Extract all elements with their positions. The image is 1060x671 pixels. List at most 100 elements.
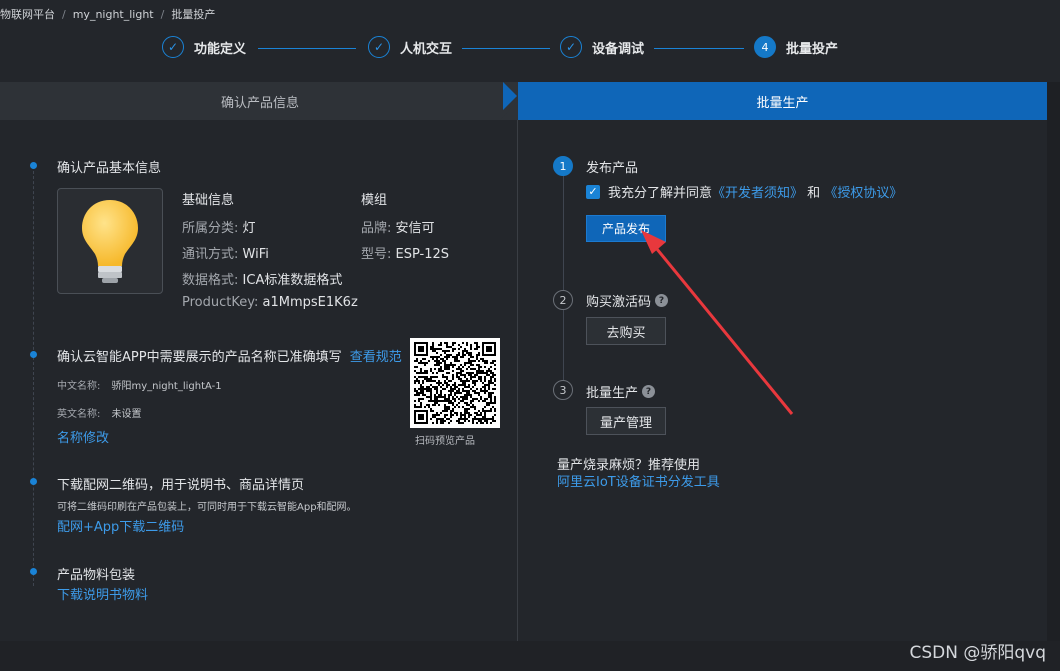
step-label: 批量投产 xyxy=(786,41,839,57)
breadcrumb-separator: / xyxy=(160,7,165,21)
tab-label: 批量生产 xyxy=(756,95,809,111)
step-label: 人机交互 xyxy=(400,41,453,57)
scrollbar-track[interactable] xyxy=(1047,82,1060,641)
field-label: 中文名称: xyxy=(57,381,101,392)
field-label: 英文名称: xyxy=(57,409,101,420)
field-label: 所属分类: xyxy=(182,221,239,236)
mass-production-management-button[interactable]: 量产管理 xyxy=(586,407,666,435)
license-agreement-link[interactable]: 《授权协议》 xyxy=(824,186,902,201)
check-icon: ✓ xyxy=(560,36,582,58)
step-number: 2 xyxy=(553,290,573,310)
field-label: 通讯方式: xyxy=(182,247,239,262)
brand-row: 品牌: 安信可 xyxy=(361,217,435,236)
format-row: 数据格式: ICA标准数据格式 xyxy=(182,269,342,288)
english-name-row: 英文名称: 未设置 xyxy=(57,402,141,421)
tab-arrow xyxy=(503,82,517,110)
agree-checkbox[interactable]: ✓ xyxy=(586,184,600,199)
step-debug[interactable]: ✓ 设备调试 xyxy=(560,36,644,58)
field-value: WiFi xyxy=(242,247,269,262)
qr-caption: 扫码预览产品 xyxy=(415,436,475,447)
field-label: ProductKey: xyxy=(182,295,259,310)
watermark: CSDN @骄阳qvq xyxy=(909,643,1046,663)
field-value: ICA标准数据格式 xyxy=(242,273,343,288)
step-connector xyxy=(462,48,550,49)
section-description: 可将二维码印刷在产品包装上，可同时用于下载云智能App和配网。 xyxy=(57,502,357,513)
agreement-and: 和 xyxy=(807,186,821,201)
publish-product-button[interactable]: 产品发布 xyxy=(586,215,666,242)
comm-row: 通讯方式: WiFi xyxy=(182,243,269,262)
cert-tool-link[interactable]: 阿里云IoT设备证书分发工具 xyxy=(557,471,720,490)
step-title: 批量生产 ? xyxy=(586,382,656,401)
chinese-name-row: 中文名称: 骄阳my_night_lightA-1 xyxy=(57,374,222,393)
qr-code-image xyxy=(414,342,496,424)
qr-code xyxy=(410,338,500,428)
section-title: 确认云智能APP中需要展示的产品名称已准确填写 查看规范 xyxy=(57,346,402,365)
lightbulb-icon xyxy=(82,200,138,283)
step-title-text: 购买激活码 xyxy=(586,295,652,310)
mass-production-panel: 1 发布产品 ✓ 我充分了解并同意《开发者须知》 和 《授权协议》 产品发布 2… xyxy=(518,120,1047,641)
step-title: 发布产品 xyxy=(586,157,638,176)
field-label: 型号: xyxy=(361,247,392,262)
tab-mass-production[interactable]: 批量生产 xyxy=(518,82,1047,120)
step-number: 1 xyxy=(553,156,573,176)
help-icon[interactable]: ? xyxy=(642,385,656,398)
agreement-row: ✓ 我充分了解并同意《开发者须知》 和 《授权协议》 xyxy=(586,182,902,201)
timeline-line xyxy=(563,176,564,396)
productkey-row: ProductKey: a1MmpsE1K6z xyxy=(182,295,358,310)
step-mass-production[interactable]: 4 批量投产 xyxy=(754,36,838,58)
check-icon: ✓ xyxy=(368,36,390,58)
breadcrumb-item-current: 批量投产 xyxy=(171,8,216,21)
field-value: 骄阳my_night_lightA-1 xyxy=(111,381,222,392)
timeline-dot xyxy=(30,162,37,169)
breadcrumb-item-product[interactable]: my_night_light xyxy=(73,8,154,21)
step-interaction[interactable]: ✓ 人机交互 xyxy=(368,36,452,58)
tab-label: 确认产品信息 xyxy=(220,95,299,111)
breadcrumb-separator: / xyxy=(62,7,66,21)
check-icon: ✓ xyxy=(162,36,184,58)
breadcrumb-item-platform[interactable]: 物联网平台 xyxy=(0,6,55,22)
step-number: 3 xyxy=(553,380,573,400)
step-connector xyxy=(258,48,356,49)
step-label: 功能定义 xyxy=(194,41,247,57)
help-icon[interactable]: ? xyxy=(655,294,669,307)
step-title-text: 发布产品 xyxy=(586,161,639,176)
step-connector xyxy=(654,48,744,49)
timeline-dot xyxy=(30,478,37,485)
section-title-text: 确认云智能APP中需要展示的产品名称已准确填写 xyxy=(57,350,342,365)
section-title: 下载配网二维码，用于说明书、商品详情页 xyxy=(57,478,305,493)
field-value: 灯 xyxy=(242,221,256,236)
step-label: 设备调试 xyxy=(592,41,645,57)
download-qr-link[interactable]: 配网+App下载二维码 xyxy=(57,516,184,535)
section-title: 确认产品基本信息 xyxy=(57,161,162,176)
step-define[interactable]: ✓ 功能定义 xyxy=(162,36,246,58)
category-row: 所属分类: 灯 xyxy=(182,217,256,236)
field-value: 未设置 xyxy=(111,409,142,420)
product-info-panel: 确认产品基本信息 基础信息 模组 所属分类: 灯 品牌: 安信可 通讯方式: W… xyxy=(0,120,517,641)
field-value: 安信可 xyxy=(395,221,435,236)
footer-strip xyxy=(0,641,1060,671)
agreement-text: 我充分了解并同意 xyxy=(608,186,713,201)
model-row: 型号: ESP-12S xyxy=(361,243,449,262)
timeline-dot xyxy=(30,568,37,575)
section-title: 产品物料包装 xyxy=(57,568,136,583)
edit-name-link[interactable]: 名称修改 xyxy=(57,427,109,446)
tab-bar: 确认产品信息 批量生产 xyxy=(0,82,1047,120)
timeline-dot xyxy=(30,351,37,358)
breadcrumb: 物联网平台 / my_night_light / 批量投产 xyxy=(0,6,215,22)
step-title: 购买激活码 ? xyxy=(586,291,669,310)
field-label: 品牌: xyxy=(361,221,392,236)
developer-notice-link[interactable]: 《开发者须知》 xyxy=(712,186,803,201)
step-number: 4 xyxy=(754,36,776,58)
product-image xyxy=(57,188,163,294)
tab-confirm-info[interactable]: 确认产品信息 xyxy=(0,82,520,120)
field-label: 数据格式: xyxy=(182,273,239,288)
timeline-line xyxy=(33,166,34,586)
module-heading: 模组 xyxy=(361,193,388,208)
basic-info-heading: 基础信息 xyxy=(182,193,235,208)
field-value: a1MmpsE1K6z xyxy=(262,295,358,310)
step-title-text: 批量生产 xyxy=(586,386,639,401)
view-spec-link[interactable]: 查看规范 xyxy=(350,350,402,365)
download-materials-link[interactable]: 下载说明书物料 xyxy=(57,584,148,603)
buy-button[interactable]: 去购买 xyxy=(586,317,666,345)
field-value: ESP-12S xyxy=(395,247,450,262)
